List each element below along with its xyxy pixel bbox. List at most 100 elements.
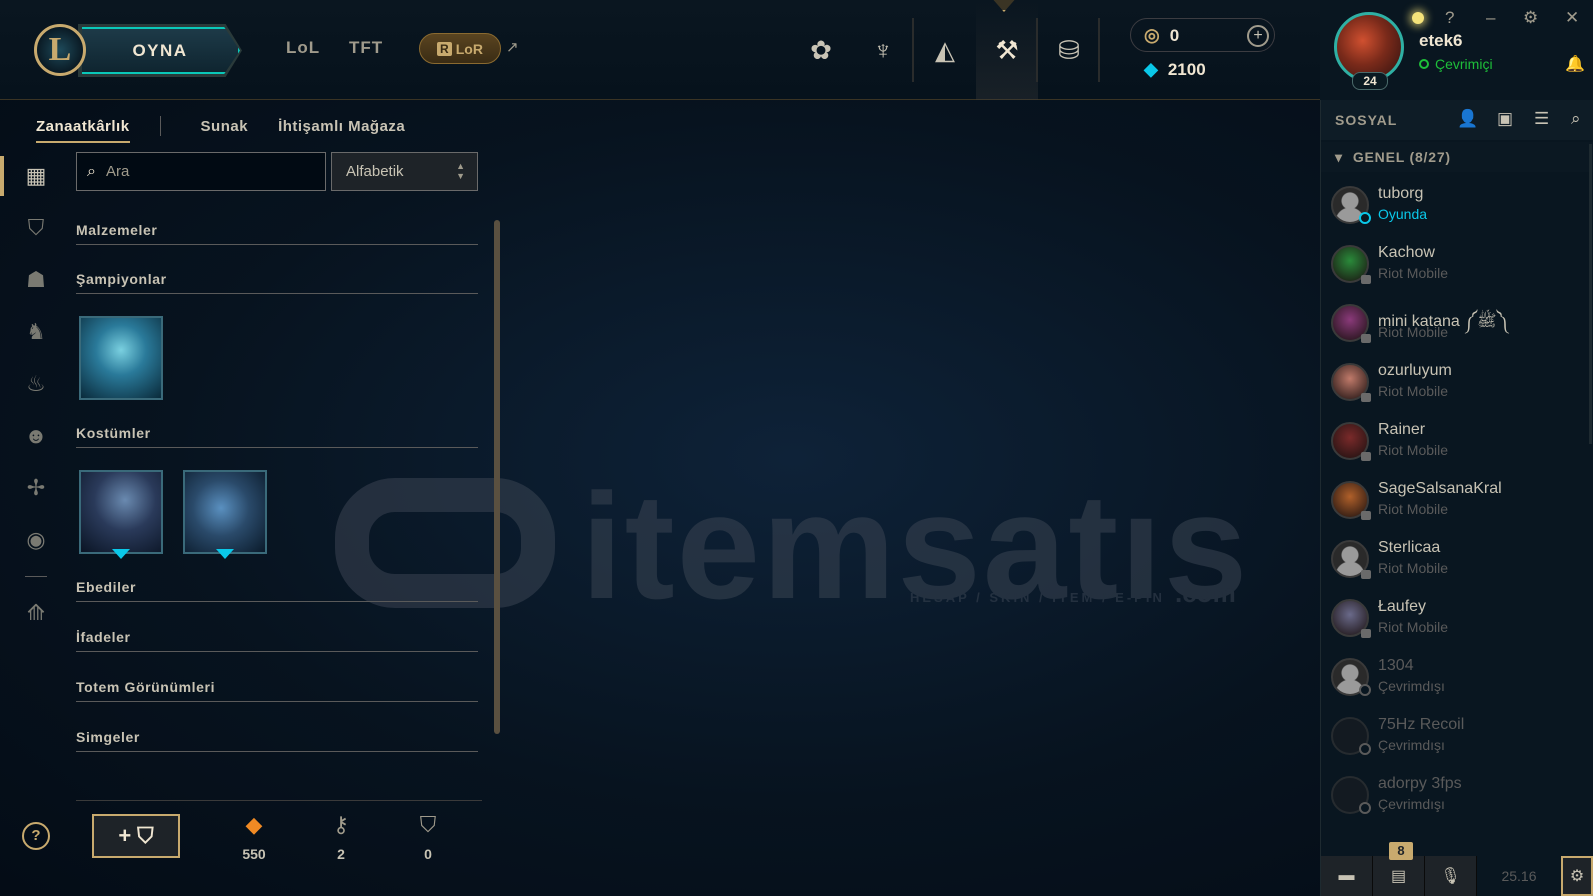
add-friend-icon[interactable]: 👤 (1457, 109, 1478, 129)
lol-logo-icon[interactable]: L (34, 24, 86, 76)
friend-status-text: Riot Mobile (1378, 265, 1449, 281)
minimize-icon[interactable]: – (1486, 8, 1495, 28)
help-icon[interactable]: ? (1445, 8, 1454, 28)
friend-item[interactable]: Łaufey Riot Mobile (1321, 593, 1593, 652)
loot-item-skin[interactable] (183, 470, 267, 554)
friend-item[interactable]: Rainer Riot Mobile (1321, 416, 1593, 475)
sidebar-chest-icon[interactable]: ⛉ (0, 202, 72, 254)
chest-value: 0 (424, 846, 432, 862)
loot-search[interactable]: ⌕ (76, 152, 326, 191)
lor-label: LoR (455, 40, 483, 57)
notification-bell-icon[interactable]: 🔔 (1565, 54, 1585, 74)
username[interactable]: etek6 (1419, 31, 1462, 51)
report-bug-icon[interactable]: ⚙ (1561, 856, 1593, 896)
friend-item[interactable]: SageSalsanaKral Riot Mobile (1321, 475, 1593, 534)
store-icon[interactable]: ⛁ (1038, 0, 1100, 100)
friend-item[interactable]: Kachow Riot Mobile (1321, 239, 1593, 298)
loot-scrollbar[interactable] (494, 220, 500, 734)
chevron-updown-icon: ▲ ▼ (456, 161, 465, 181)
friend-name: Kachow (1378, 244, 1435, 261)
friend-group-header[interactable]: ▾ GENEL (8/27) (1321, 142, 1593, 172)
search-input[interactable] (105, 163, 306, 180)
rp-balance: ◎ 0 (1144, 25, 1179, 46)
category-champions[interactable]: Şampiyonlar (76, 271, 478, 294)
orange-essence-icon: ◆ (245, 812, 263, 837)
search-friends-icon[interactable]: ⌕ (1571, 109, 1581, 129)
be-value: 2100 (1167, 59, 1206, 79)
home-icon[interactable]: ✿ (790, 0, 852, 100)
sort-dropdown[interactable]: Alfabetik ▲ ▼ (331, 152, 478, 191)
category-materials[interactable]: Malzemeler (76, 222, 478, 245)
chest-icon: ⛉ (137, 823, 154, 848)
client-version: 25.16 (1501, 868, 1537, 884)
friend-item[interactable]: 75Hz Recoil Çevrimdışı (1321, 711, 1593, 770)
loot-item-skin[interactable] (79, 470, 163, 554)
tft-icon[interactable]: ♆ (852, 0, 914, 100)
tab-separator (159, 116, 161, 136)
sidebar-emote-icon[interactable]: ☻ (0, 410, 72, 462)
category-emotes[interactable]: İfadeler (76, 629, 478, 652)
buy-rp-button[interactable]: + (1247, 25, 1269, 47)
sort-selected-value: Alfabetik (346, 163, 404, 180)
social-panel: SOSYAL 👤 ▣ ☰ ⌕ ▾ GENEL (8/27) tuborg Oyun… (1320, 100, 1593, 896)
collection-icon[interactable]: ◭ (914, 0, 976, 100)
orange-essence-value: 550 (242, 846, 266, 862)
tab-prestige-shop[interactable]: İhtişamlı Mağaza (278, 118, 405, 135)
friend-item[interactable]: mini katana ༼ﷺ༽ Riot Mobile (1321, 298, 1593, 357)
friend-status-text: Çevrimdışı (1378, 737, 1445, 753)
friend-item[interactable]: ozurluyum Riot Mobile (1321, 357, 1593, 416)
social-header: SOSYAL 👤 ▣ ☰ ⌕ (1321, 100, 1593, 140)
sidebar-ward-icon[interactable]: ♨ (0, 358, 72, 410)
watermark-subtext: HESAP / SKIN / ITEM / E-PIN (910, 590, 1165, 605)
external-link-icon: ↗ (506, 39, 519, 56)
friend-status-text: Riot Mobile (1378, 501, 1449, 517)
category-ward-skins[interactable]: Totem Görünümleri (76, 679, 478, 702)
friend-group-label: GENEL (8/27) (1352, 149, 1451, 165)
clipboard-icon: ▤ (1390, 868, 1407, 885)
user-status[interactable]: Çevrimiçi (1419, 56, 1493, 72)
add-folder-icon[interactable]: ▣ (1497, 109, 1513, 129)
friend-item[interactable]: tuborg Oyunda (1321, 180, 1593, 239)
friend-item[interactable]: Sterlicaa Riot Mobile (1321, 534, 1593, 593)
tab-tft[interactable]: TFT (349, 38, 383, 58)
sidebar-skin-icon[interactable]: ♞ (0, 306, 72, 358)
sidebar-icon-icon[interactable]: ◉ (0, 514, 72, 566)
friend-item[interactable]: 1304 Çevrimdışı (1321, 652, 1593, 711)
friend-status-text: Riot Mobile (1378, 442, 1449, 458)
settings-gear-icon[interactable]: ⚙ (1523, 8, 1538, 28)
category-eternals[interactable]: Ebediler (76, 579, 478, 602)
key-fragment-value: 2 (337, 846, 345, 862)
category-skins[interactable]: Kostümler (76, 425, 478, 448)
play-button[interactable]: OYNA (82, 27, 240, 74)
sidebar-champion-icon[interactable]: ☗ (0, 254, 72, 306)
craft-key-button[interactable]: + ⛉ (92, 814, 180, 858)
loot-item-champion[interactable] (79, 316, 163, 400)
watermark-domain: .com (1175, 578, 1236, 608)
friend-name: SageSalsanaKral (1378, 480, 1502, 497)
missions-button[interactable]: 8 ▤ (1373, 842, 1425, 896)
friend-name: Sterlicaa (1378, 539, 1441, 556)
skin-rarity-icon (112, 549, 130, 559)
close-icon[interactable]: ✕ (1565, 8, 1579, 28)
category-icons[interactable]: Simgeler (76, 729, 478, 752)
friend-status-icon (1359, 743, 1371, 755)
friend-item[interactable]: adorpy 3fps Çevrimdışı (1321, 770, 1593, 829)
sun-icon (1412, 12, 1424, 24)
friend-list: tuborg Oyunda Kachow Riot Mobile mini katana… (1321, 180, 1593, 829)
loot-help-button[interactable]: ? (22, 822, 50, 850)
sidebar-all-icon[interactable]: ▦ (0, 150, 72, 202)
list-view-icon[interactable]: ☰ (1534, 109, 1549, 129)
friend-status-icon (1361, 570, 1371, 579)
chat-button[interactable]: ▬ (1321, 856, 1373, 896)
tab-lol[interactable]: LoL (286, 38, 320, 58)
sidebar-reroll-icon[interactable]: ⟰ (0, 587, 72, 639)
loot-icon[interactable]: ⚒ (976, 0, 1038, 100)
tab-crafting[interactable]: Zanaatkârlık (36, 118, 130, 143)
sidebar-eternals-icon[interactable]: ✢ (0, 462, 72, 514)
voice-button[interactable]: 🎙 (1425, 856, 1477, 896)
tab-altar[interactable]: Sunak (201, 118, 249, 135)
friend-name: adorpy 3fps (1378, 775, 1462, 792)
friend-name: Rainer (1378, 421, 1426, 438)
be-balance: ◆ 2100 (1144, 59, 1206, 80)
lor-button[interactable]: R LoR (419, 33, 501, 64)
